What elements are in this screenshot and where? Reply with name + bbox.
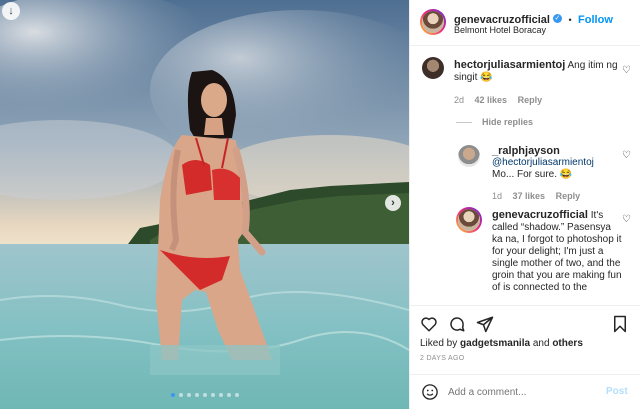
comment-mention[interactable]: @hectorjuliasarmientoj [492, 157, 622, 169]
carousel-dot [194, 393, 199, 397]
share-icon[interactable] [476, 315, 494, 333]
comment-text: It's called “shadow.” Pasensya ka na, I … [492, 210, 622, 293]
post-location[interactable]: Belmont Hotel Boracay [454, 25, 546, 35]
hide-replies-button[interactable]: Hide replies [482, 117, 533, 127]
add-comment-input[interactable] [448, 383, 598, 401]
carousel-indicator [0, 393, 409, 397]
verified-icon: ✓ [552, 14, 562, 24]
add-comment-bar: Post [410, 374, 640, 409]
post-timestamp[interactable]: 2 DAYS AGO [420, 355, 465, 362]
download-icon[interactable]: ↓ [2, 2, 20, 20]
author-avatar[interactable] [420, 9, 446, 35]
carousel-dot [186, 393, 191, 397]
author-avatar[interactable] [456, 207, 482, 233]
comment-meta: 2d 42 likes Reply [454, 95, 542, 105]
photo-scene [0, 0, 409, 409]
comment-time: 1d [492, 191, 503, 201]
comment-1: hectorjuliasarmientoj Ang itim ng singit… [454, 59, 622, 84]
post-sidebar: genevacruzofficial ✓ • Follow Belmont Hot… [409, 0, 640, 409]
post-comment-button[interactable]: Post [606, 386, 628, 397]
reply-button[interactable]: Reply [518, 95, 543, 105]
carousel-dot [202, 393, 207, 397]
header-separator: • [568, 15, 572, 25]
like-comment-heart-icon[interactable]: ♡ [622, 150, 631, 161]
bookmark-icon[interactable] [612, 315, 628, 333]
comments-list[interactable]: hectorjuliasarmientoj Ang itim ng singit… [410, 47, 640, 305]
comment-3: genevacruzofficial It's called “shadow.”… [492, 209, 622, 294]
carousel-dot [170, 393, 175, 397]
liked-by-prefix: Liked by [420, 338, 458, 349]
comment-likes[interactable]: 42 likes [475, 95, 508, 105]
reply-button[interactable]: Reply [556, 191, 581, 201]
carousel-dot [218, 393, 223, 397]
emoji-icon[interactable] [421, 383, 439, 401]
next-photo-button[interactable]: › [385, 195, 401, 211]
comment-2: _ralphjayson @hectorjuliasarmientoj Mo..… [492, 145, 622, 181]
comment-username[interactable]: _ralphjayson [492, 145, 622, 157]
replies-divider [456, 122, 472, 123]
follow-button[interactable]: Follow [578, 14, 613, 26]
commenter-avatar[interactable] [422, 57, 444, 79]
comment-text: Mo... For sure. 😂 [492, 169, 573, 180]
comment-likes[interactable]: 37 likes [513, 191, 546, 201]
liked-by-user[interactable]: gadgetsmanila [460, 338, 530, 349]
comment-icon[interactable] [448, 315, 466, 333]
post-actions: Liked by gadgetsmanila and others 2 DAYS… [410, 305, 640, 375]
post-header: genevacruzofficial ✓ • Follow Belmont Hot… [410, 0, 640, 46]
carousel-dot [210, 393, 215, 397]
comment-username[interactable]: hectorjuliasarmientoj [454, 59, 565, 71]
liked-by: Liked by gadgetsmanila and others [420, 338, 583, 350]
carousel-dot [178, 393, 183, 397]
comment-meta: 1d 37 likes Reply [492, 191, 580, 201]
liked-by-others[interactable]: others [552, 338, 583, 349]
liked-by-and: and [532, 338, 550, 349]
comment-time: 2d [454, 95, 465, 105]
post-photo[interactable]: ↓ › [0, 0, 409, 409]
commenter-avatar[interactable] [458, 145, 480, 167]
like-comment-heart-icon[interactable]: ♡ [622, 65, 631, 76]
carousel-dot [234, 393, 239, 397]
comment-username[interactable]: genevacruzofficial [492, 209, 588, 221]
instagram-post-view: ↓ › genevacruzofficial ✓ • Follow Belmont… [0, 0, 640, 409]
like-comment-heart-icon[interactable]: ♡ [622, 214, 631, 225]
carousel-dot [226, 393, 231, 397]
heart-icon[interactable] [420, 315, 438, 333]
